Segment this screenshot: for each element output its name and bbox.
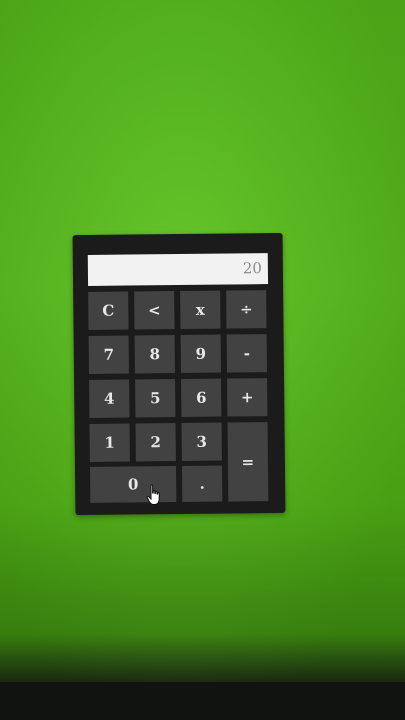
digit-9-button[interactable]: 9 [180, 334, 221, 373]
digit-5-button[interactable]: 5 [135, 379, 176, 418]
decimal-button[interactable]: . [181, 465, 223, 502]
digit-0-button[interactable]: 0 [89, 466, 177, 503]
monitor-bezel [0, 682, 405, 720]
digit-6-button[interactable]: 6 [181, 378, 222, 417]
minus-button[interactable]: - [226, 334, 267, 373]
backspace-button[interactable]: < [134, 291, 175, 330]
multiply-button[interactable]: x [180, 290, 221, 329]
digit-4-button[interactable]: 4 [89, 379, 130, 418]
equals-button[interactable]: = [227, 422, 269, 502]
digit-7-button[interactable]: 7 [88, 335, 129, 374]
clear-button[interactable]: C [88, 291, 129, 330]
plus-button[interactable]: + [227, 378, 268, 417]
calculator-display: 20 [87, 253, 269, 286]
digit-8-button[interactable]: 8 [134, 335, 175, 374]
digit-1-button[interactable]: 1 [89, 423, 130, 462]
divide-button[interactable]: ÷ [226, 290, 267, 329]
digit-2-button[interactable]: 2 [135, 423, 176, 462]
hand-pointer-icon [146, 484, 160, 505]
calculator-panel: 20 C < x ÷ 7 8 9 - 4 5 6 + 1 2 3 = 0 . [72, 232, 286, 516]
digit-3-button[interactable]: 3 [181, 422, 222, 461]
